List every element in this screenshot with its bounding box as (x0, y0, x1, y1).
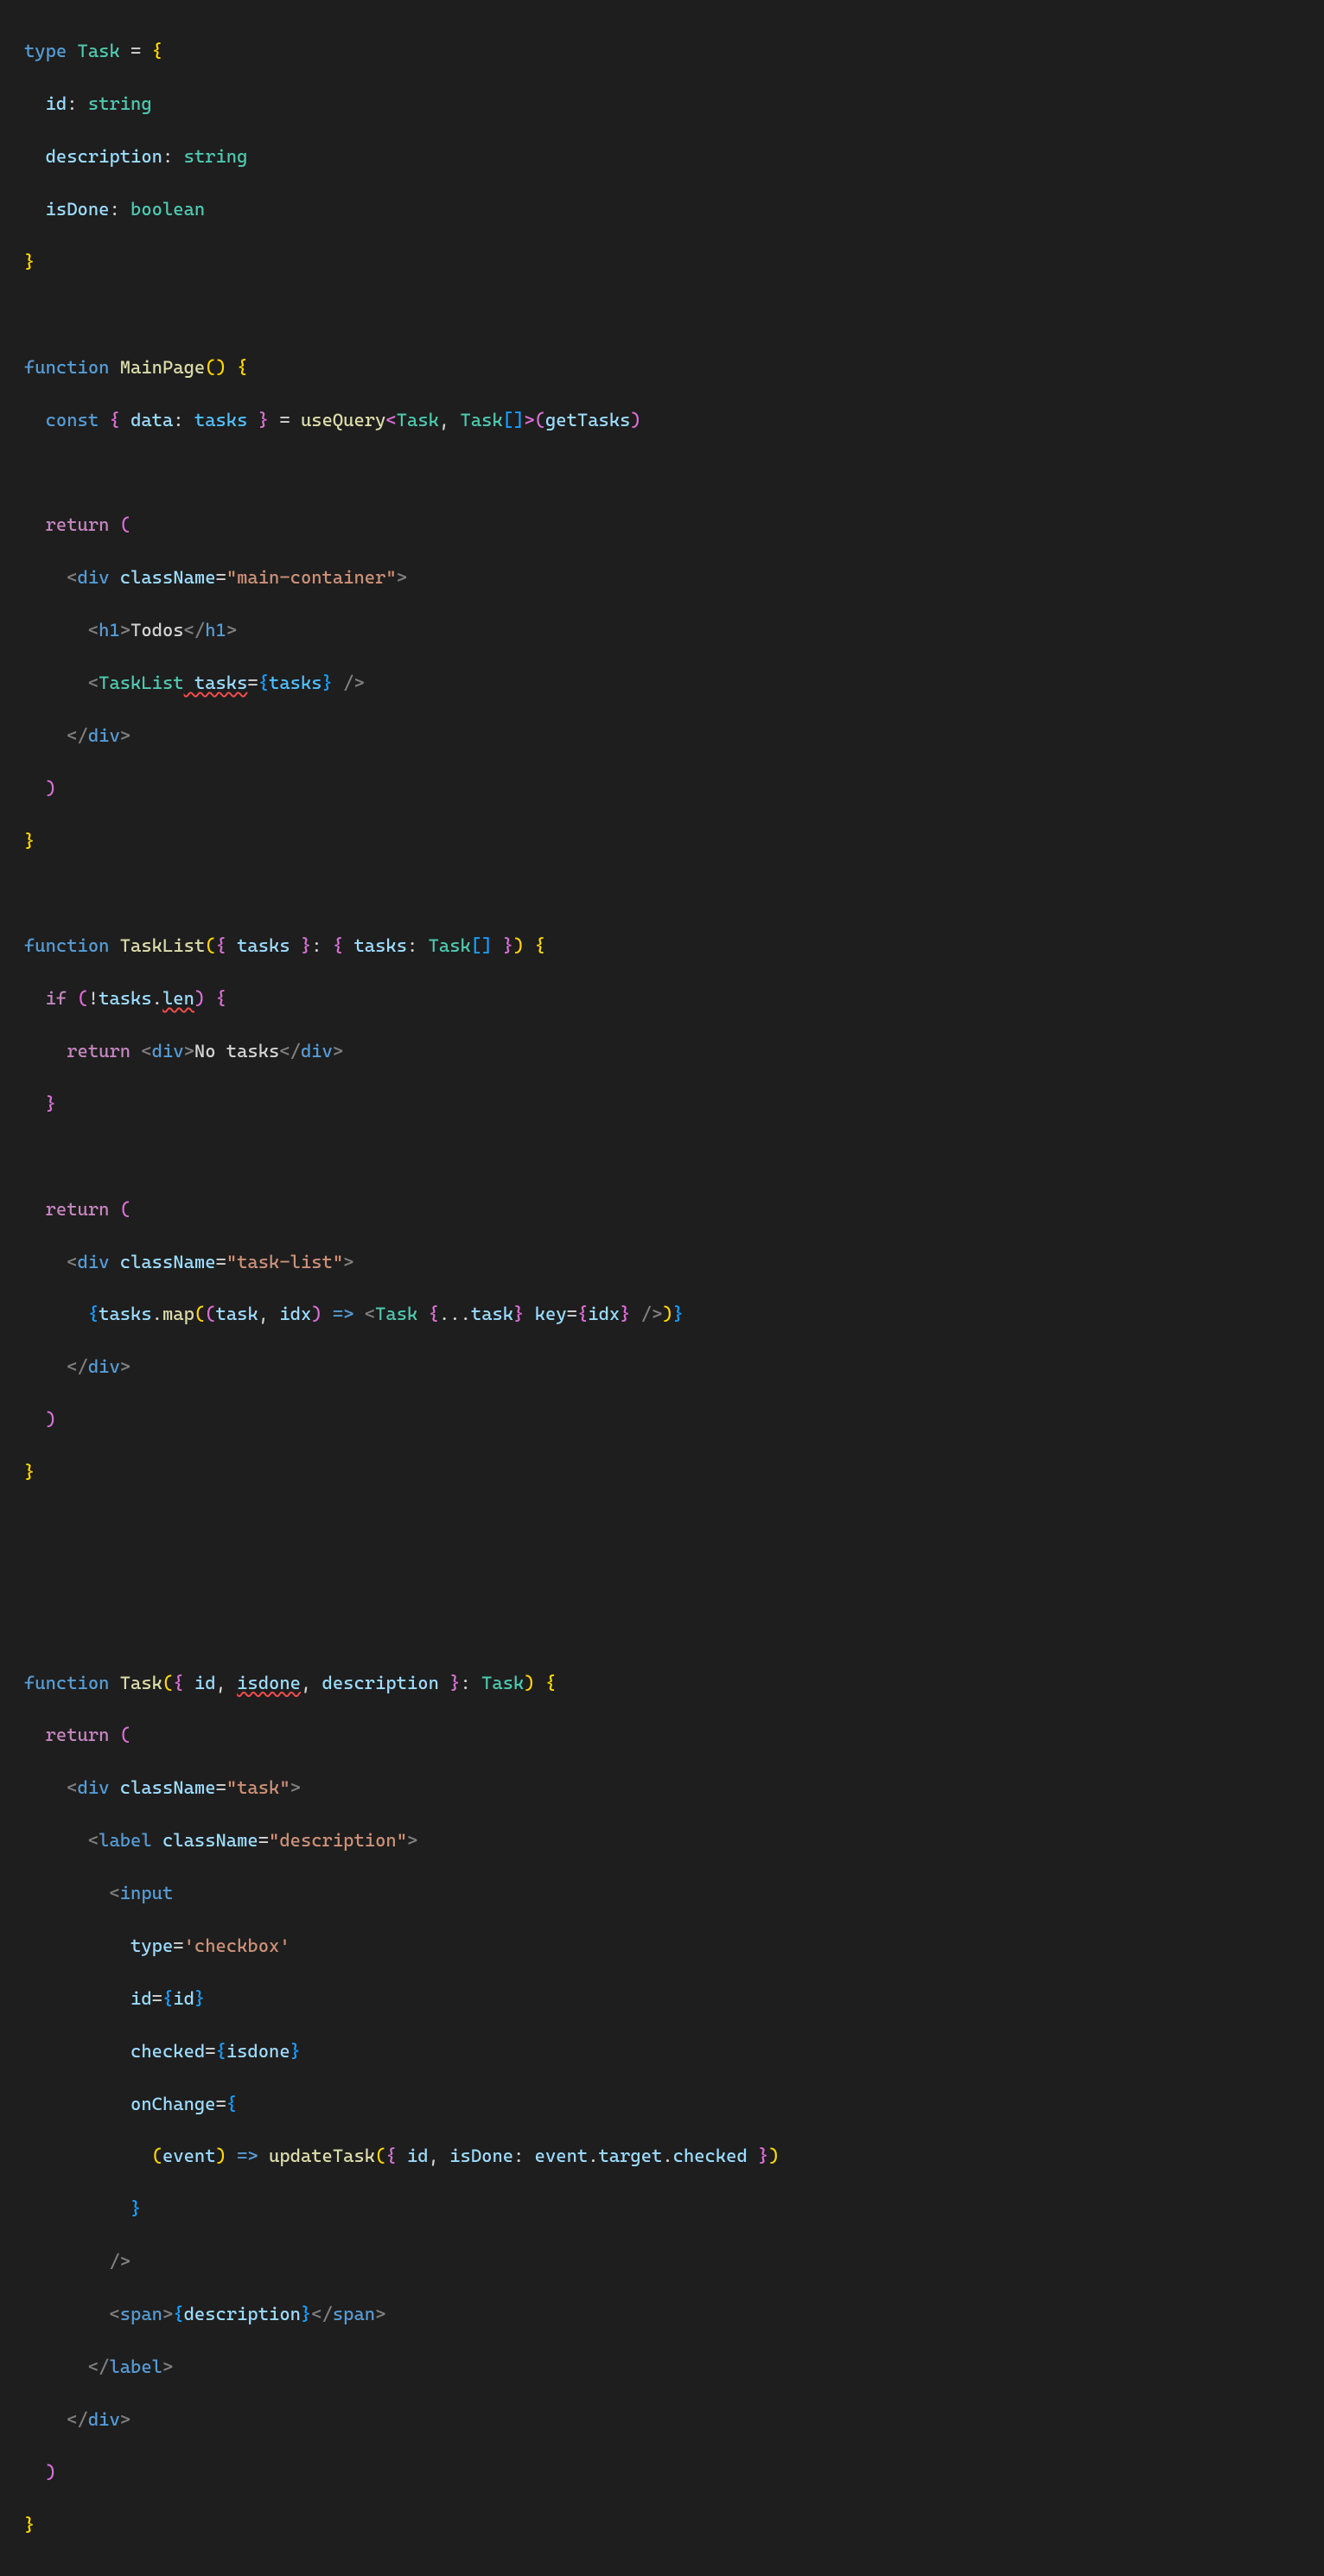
code-line: <TaskList tasks={tasks} /> (24, 670, 1300, 696)
code-line (24, 1512, 1300, 1538)
code-line (24, 1144, 1300, 1170)
code-line: </div> (24, 1354, 1300, 1380)
code-line: </label> (24, 2354, 1300, 2380)
code-line: ) (24, 1406, 1300, 1432)
code-line: (event) => updateTask({ id, isDone: even… (24, 2143, 1300, 2169)
code-editor[interactable]: type Task = { id: string description: st… (0, 0, 1324, 2576)
code-line: return <div>No tasks</div> (24, 1038, 1300, 1064)
code-line (24, 1617, 1300, 1643)
code-line: <label className="description"> (24, 1827, 1300, 1853)
code-line: function TaskList({ tasks }: { tasks: Ta… (24, 933, 1300, 959)
error-squiggle: len (162, 988, 194, 1009)
code-line: onChange={ (24, 2091, 1300, 2117)
code-line: {tasks.map((task, idx) => <Task {...task… (24, 1301, 1300, 1327)
code-line: type='checkbox' (24, 1933, 1300, 1959)
code-line: } (24, 1091, 1300, 1117)
code-line: id: string (24, 91, 1300, 117)
code-line: /> (24, 2248, 1300, 2274)
code-line: type Task = { (24, 38, 1300, 64)
code-line: </div> (24, 2407, 1300, 2433)
code-line: <div className="main-container"> (24, 564, 1300, 590)
code-line: id={id} (24, 1986, 1300, 2012)
code-line: </div> (24, 723, 1300, 749)
code-line: <h1>Todos</h1> (24, 617, 1300, 643)
code-line: function Task({ id, isdone, description … (24, 1670, 1300, 1696)
code-line: <span>{description}</span> (24, 2301, 1300, 2327)
code-line: } (24, 249, 1300, 275)
code-line (24, 302, 1300, 328)
error-squiggle: tasks (184, 673, 248, 693)
code-line: isDone: boolean (24, 196, 1300, 222)
code-line: if (!tasks.len) { (24, 985, 1300, 1011)
code-line: return ( (24, 512, 1300, 538)
code-line: } (24, 1459, 1300, 1485)
code-line (24, 459, 1300, 485)
code-line: ) (24, 2459, 1300, 2485)
code-line: return ( (24, 1196, 1300, 1222)
error-squiggle: isdone (237, 1673, 301, 1693)
code-line: } (24, 2196, 1300, 2222)
code-line: } (24, 2512, 1300, 2538)
code-line: <div className="task"> (24, 1775, 1300, 1801)
code-line: const { data: tasks } = useQuery<Task, T… (24, 407, 1300, 433)
code-line: ) (24, 775, 1300, 801)
code-line: } (24, 828, 1300, 854)
code-line: <div className="task-list"> (24, 1249, 1300, 1275)
code-line (24, 880, 1300, 906)
code-line: description: string (24, 143, 1300, 169)
code-line: checked={isdone} (24, 2038, 1300, 2064)
code-line: <input (24, 1880, 1300, 1906)
code-line (24, 1565, 1300, 1591)
code-line: function MainPage() { (24, 354, 1300, 380)
code-line: return ( (24, 1722, 1300, 1748)
